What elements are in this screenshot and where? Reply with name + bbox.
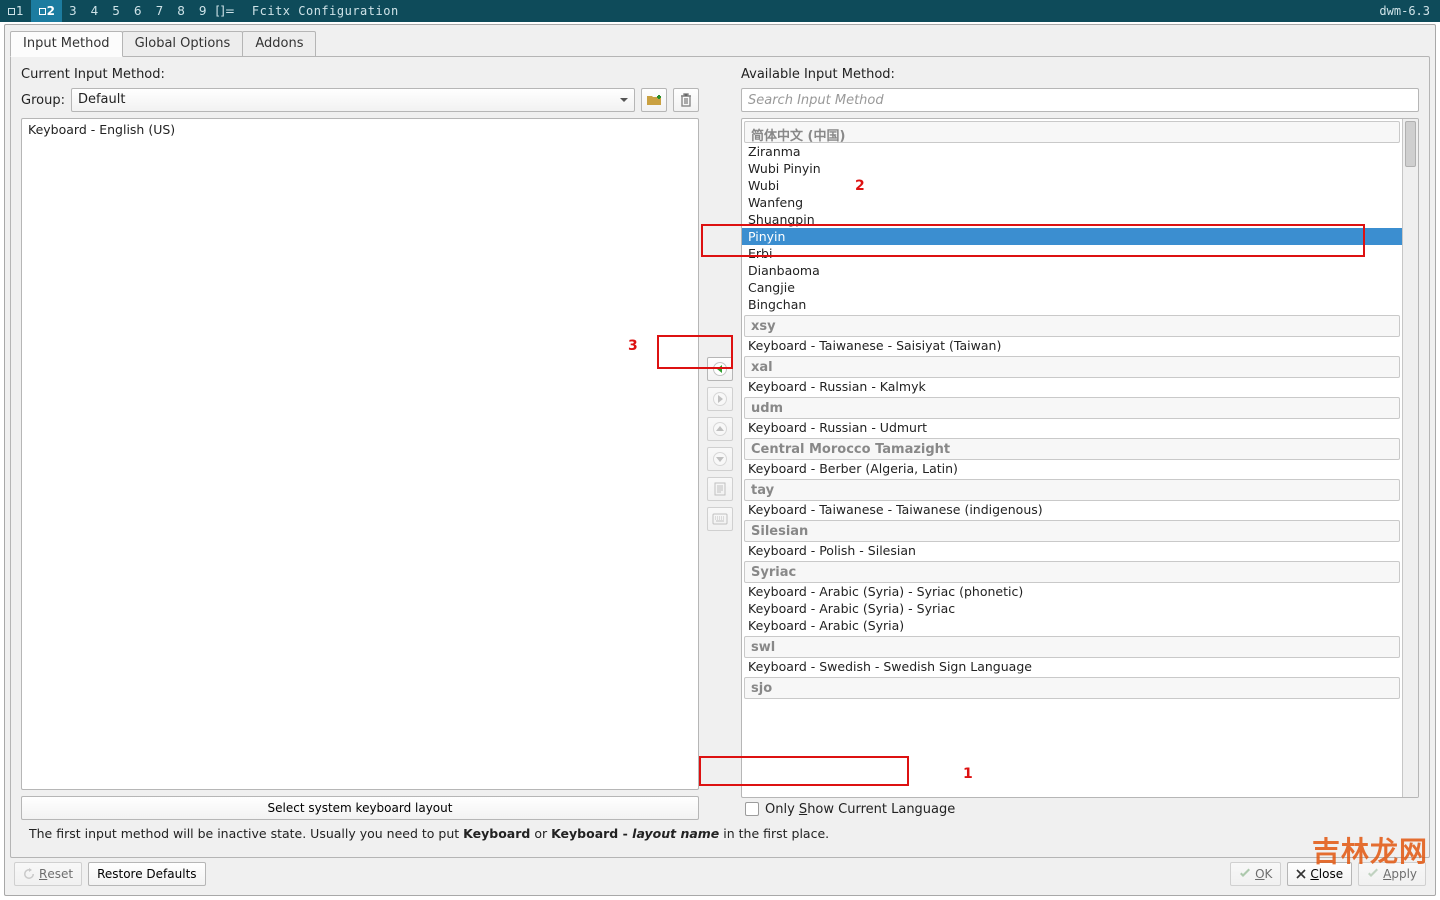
folder-plus-icon [646,93,662,107]
list-item[interactable]: Ziranma [742,143,1402,160]
keyboard-layout-button[interactable] [707,507,733,531]
list-item[interactable]: Keyboard - Russian - Udmurt [742,419,1402,436]
list-item[interactable]: Keyboard - Taiwanese - Taiwanese (indige… [742,501,1402,518]
group-header: 简体中文 (中国) [744,121,1400,143]
remove-im-button[interactable] [707,387,733,411]
menubar-tag[interactable]: 6 [127,0,149,22]
arrow-down-icon [712,451,728,467]
group-header: sjo [744,677,1400,699]
scrollbar-thumb[interactable] [1405,121,1416,167]
apply-icon [1367,868,1379,880]
scrollbar[interactable] [1402,119,1418,797]
list-item[interactable]: Keyboard - Berber (Algeria, Latin) [742,460,1402,477]
transfer-column [707,67,733,820]
available-im-title: Available Input Method: [741,67,1419,82]
only-show-checkbox[interactable] [745,802,759,816]
move-down-button[interactable] [707,447,733,471]
menubar-tag[interactable]: 7 [149,0,171,22]
tag-marker-icon [8,8,15,15]
menubar-tag[interactable]: 5 [105,0,127,22]
remove-group-button[interactable] [673,88,699,112]
reset-label: eset [47,867,73,881]
close-icon [1296,869,1306,879]
search-input[interactable] [741,88,1419,112]
list-item[interactable]: Keyboard - Arabic (Syria) - Syriac [742,600,1402,617]
select-system-layout-button[interactable]: Select system keyboard layout [21,796,699,820]
list-item[interactable]: Shuangpin [742,211,1402,228]
close-button[interactable]: Close [1287,862,1352,886]
arrow-up-icon [712,421,728,437]
list-item[interactable]: Pinyin [742,228,1402,245]
apply-button[interactable]: Apply [1358,862,1426,886]
add-im-button[interactable] [707,357,733,381]
group-header: udm [744,397,1400,419]
list-item[interactable]: Keyboard - Arabic (Syria) [742,617,1402,634]
list-item[interactable]: Bingchan [742,296,1402,313]
menubar-tag[interactable]: 3 [62,0,84,22]
reset-button[interactable]: Reset [14,862,82,886]
list-item[interactable]: Keyboard - Arabic (Syria) - Syriac (phon… [742,583,1402,600]
group-combo[interactable]: Default [71,88,635,112]
list-item[interactable]: Cangjie [742,279,1402,296]
menubar-tag[interactable]: 8 [170,0,192,22]
reset-icon [23,868,35,880]
list-item[interactable]: Keyboard - Polish - Silesian [742,542,1402,559]
arrow-right-icon [712,391,728,407]
group-header: swl [744,636,1400,658]
footer: Reset Restore Defaults OK Close Apply [10,858,1430,890]
list-item[interactable]: Keyboard - Taiwanese - Saisiyat (Taiwan) [742,337,1402,354]
trash-icon [679,93,693,107]
menubar-tag[interactable]: 9 [192,0,214,22]
menubar-tag[interactable]: 4 [84,0,106,22]
group-header: xsy [744,315,1400,337]
group-label: Group: [21,93,65,108]
list-item[interactable]: Erbi [742,245,1402,262]
current-im-column: Current Input Method: Group: Default Key… [21,67,699,820]
list-item[interactable]: Dianbaoma [742,262,1402,279]
tab-bar: Input Method Global Options Addons [10,31,1430,57]
menubar: 1 2 3 4 5 6 7 8 9 []= Fcitx Configuratio… [0,0,1440,22]
current-im-title: Current Input Method: [21,67,699,82]
menubar-tag[interactable]: 1 [0,0,31,22]
tag-marker-icon [39,8,46,15]
configure-im-button[interactable] [707,477,733,501]
menubar-right: dwm-6.3 [1369,4,1440,18]
tab-panel: Current Input Method: Group: Default Key… [10,56,1430,858]
keyboard-icon [712,513,728,525]
menubar-layout-indicator: []= [213,0,241,22]
window: Input Method Global Options Addons Curre… [4,24,1436,896]
list-item[interactable]: Keyboard - English (US) [22,121,698,138]
list-item[interactable]: Wubi Pinyin [742,160,1402,177]
only-show-row[interactable]: Only Show Current Language [741,798,1419,820]
group-header: tay [744,479,1400,501]
move-up-button[interactable] [707,417,733,441]
window-title: Fcitx Configuration [242,4,399,18]
available-im-column: Available Input Method: 简体中文 (中国)Ziranma… [741,67,1419,820]
arrow-left-icon [712,361,728,377]
menubar-tag-active[interactable]: 2 [31,0,62,22]
only-show-label: Only Show Current Language [765,802,955,817]
list-item[interactable]: Keyboard - Swedish - Swedish Sign Langua… [742,658,1402,675]
tab-input-method[interactable]: Input Method [10,31,123,57]
restore-defaults-button[interactable]: Restore Defaults [88,862,205,886]
list-item[interactable]: Keyboard - Russian - Kalmyk [742,378,1402,395]
group-header: xal [744,356,1400,378]
list-item[interactable]: Wubi [742,177,1402,194]
ok-button[interactable]: OK [1230,862,1281,886]
group-header: Central Morocco Tamazight [744,438,1400,460]
annotation-label-1: 1 [963,766,973,782]
hint-text: The first input method will be inactive … [21,820,1419,847]
list-item[interactable]: Wanfeng [742,194,1402,211]
group-header: Syriac [744,561,1400,583]
tab-global-options[interactable]: Global Options [122,31,244,57]
tab-addons[interactable]: Addons [242,31,316,57]
add-group-button[interactable] [641,88,667,112]
available-im-list[interactable]: 简体中文 (中国)ZiranmaWubi PinyinWubiWanfengSh… [741,118,1419,798]
current-im-list[interactable]: Keyboard - English (US) [21,118,699,790]
annotation-label-3: 3 [628,338,638,354]
ok-icon [1239,868,1251,880]
document-icon [713,482,727,496]
annotation-label-2: 2 [855,178,865,194]
group-header: Silesian [744,520,1400,542]
